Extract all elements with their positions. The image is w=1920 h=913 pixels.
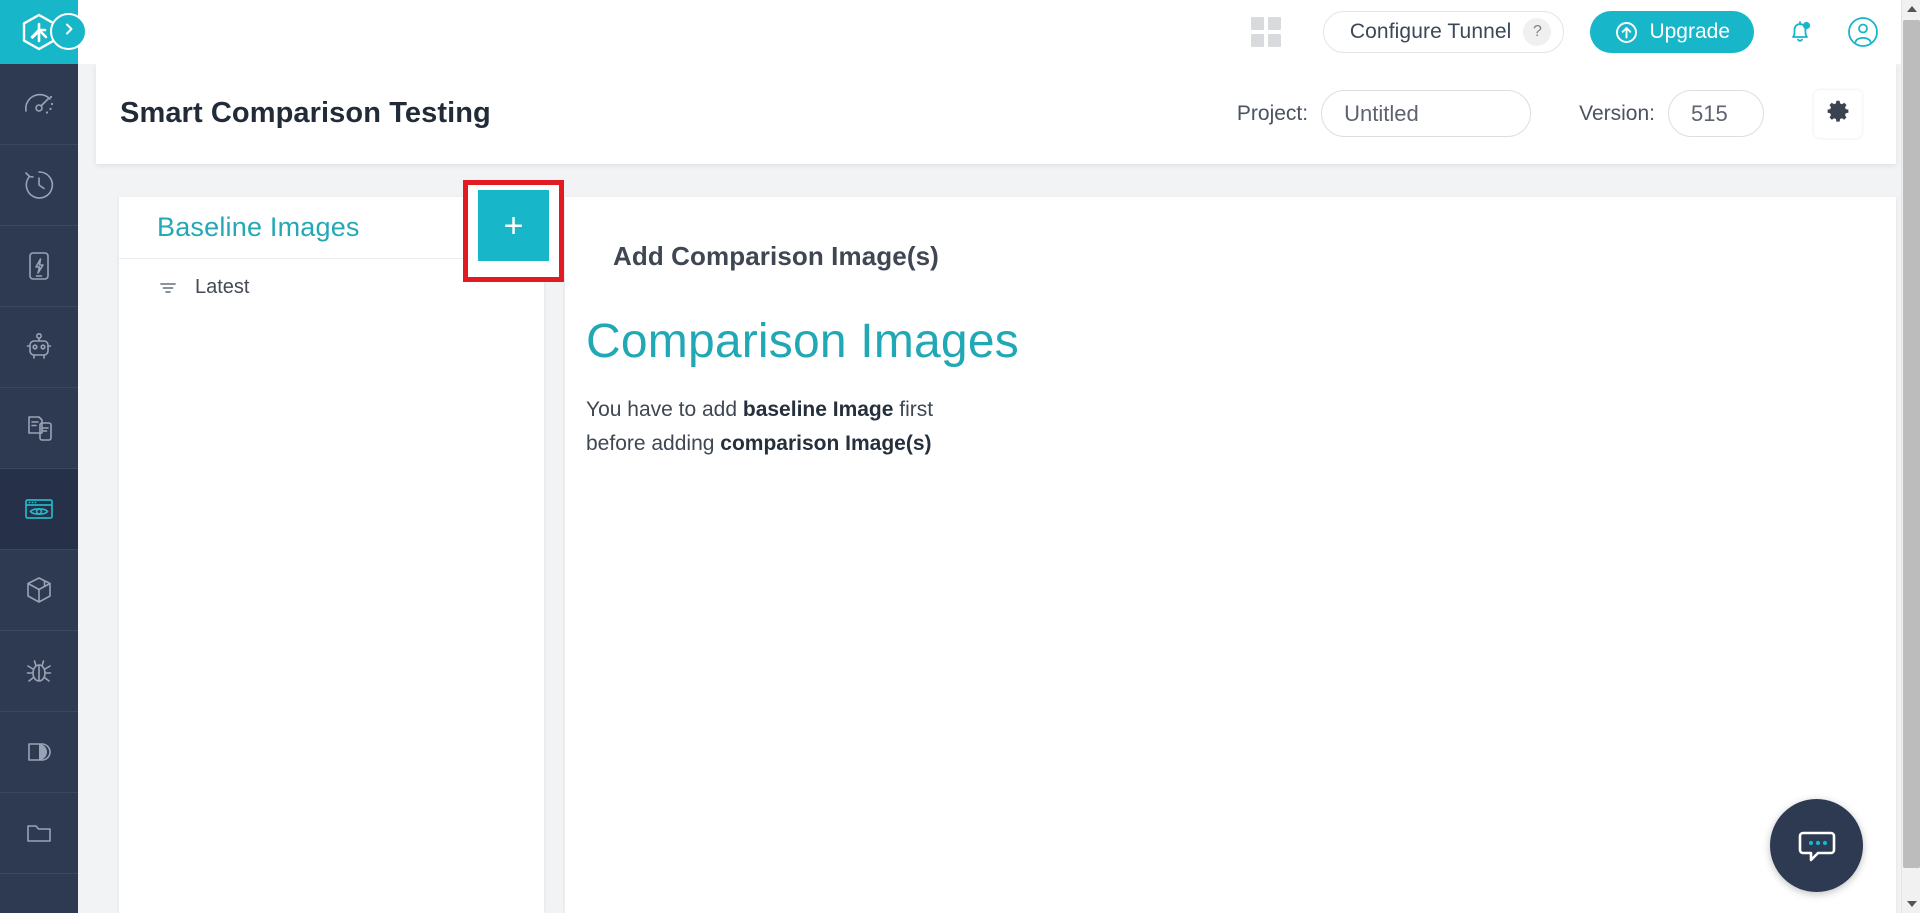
speedometer-gauge-icon [20,85,58,123]
user-avatar-icon [1846,36,1880,53]
bug-icon [20,652,58,690]
arrow-up-circle-icon [1614,20,1649,45]
sidebar-items [0,64,78,874]
empty-state: Comparison Images You have to add baseli… [565,314,1896,461]
empty-text-bold-baseline: baseline Image [743,398,894,421]
sidebar-item-realtime[interactable] [0,226,78,307]
add-baseline-image-button[interactable]: + [478,190,549,261]
empty-text-bold-comparison: comparison Image(s) [720,432,931,455]
comparison-images-panel: Add Comparison Image(s) Comparison Image… [565,197,1896,913]
project-value: Untitled [1344,101,1419,127]
settings-button[interactable] [1814,90,1862,138]
add-comparison-heading: Add Comparison Image(s) [613,241,1896,272]
empty-text-prefix: You have to add [586,398,743,421]
baseline-images-title: Baseline Images [157,212,360,243]
clock-history-icon [20,166,58,204]
version-selector[interactable]: 515 [1668,90,1764,137]
mobile-lightning-icon [20,247,58,285]
scroll-down-arrow[interactable] [1902,895,1920,913]
folder-icon [20,814,58,852]
documents-devices-icon [20,409,58,447]
page-scrollbar[interactable] [1901,0,1920,913]
version-value: 515 [1691,101,1728,127]
baseline-filter-value: Latest [195,276,249,299]
primary-sidebar [0,0,78,913]
sidebar-item-projects[interactable] [0,793,78,874]
page-header-controls: Project: Untitled Version: 515 [1237,90,1896,138]
project-label: Project: [1237,102,1308,126]
sidebar-item-smart-visual-testing[interactable] [0,469,78,550]
project-selector[interactable]: Untitled [1321,90,1531,137]
package-box-icon [20,571,58,609]
upgrade-button[interactable]: Upgrade [1590,11,1754,53]
filter-sort-icon [157,276,179,298]
robot-bot-icon [20,328,58,366]
sidebar-expand-button[interactable] [50,13,87,50]
empty-state-title: Comparison Images [586,314,1896,369]
application-root: Configure Tunnel ? Upgrade [0,0,1920,913]
sidebar-item-dashboard[interactable] [0,64,78,145]
bell-icon [1784,35,1816,52]
sidebar-item-analytics[interactable] [0,712,78,793]
version-label: Version: [1579,102,1655,126]
contrast-circle-icon [20,733,58,771]
configure-tunnel-button[interactable]: Configure Tunnel ? [1323,11,1565,53]
scrollbar-thumb[interactable] [1903,20,1920,868]
tunnel-help-icon[interactable]: ? [1523,18,1551,46]
configure-tunnel-label: Configure Tunnel [1350,20,1512,44]
scroll-up-arrow[interactable] [1902,0,1920,18]
account-menu-button[interactable] [1846,15,1880,49]
page-header: Smart Comparison Testing Project: Untitl… [96,63,1896,164]
sidebar-item-history[interactable] [0,145,78,226]
upgrade-label: Upgrade [1649,20,1730,44]
gear-icon [1825,99,1851,128]
sidebar-item-issue-tracker[interactable] [0,631,78,712]
sidebar-item-responsive[interactable] [0,388,78,469]
page-title: Smart Comparison Testing [120,97,491,130]
chat-support-button[interactable] [1770,799,1863,892]
sidebar-item-integrations[interactable] [0,550,78,631]
browser-eye-icon [20,490,58,528]
app-grid-icon[interactable] [1251,17,1281,47]
sidebar-item-automation[interactable] [0,307,78,388]
baseline-images-panel: Baseline Images Latest [119,197,544,913]
top-navigation-bar: Configure Tunnel ? Upgrade [78,0,1920,64]
notifications-button[interactable] [1784,16,1816,48]
empty-state-text: You have to add baseline Image first bef… [586,393,986,461]
chat-bubble-dots-icon [1792,819,1842,872]
chevron-right-circle-icon [62,22,76,41]
